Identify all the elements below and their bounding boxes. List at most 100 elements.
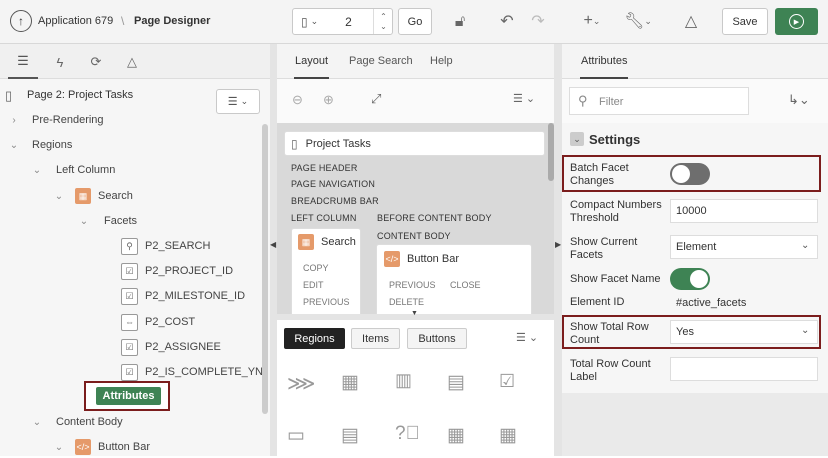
filter-bar: ⚲ Filter ↳⌄: [562, 79, 828, 123]
collapse-left-icon[interactable]: ◀: [270, 240, 276, 249]
layout-menu-icon[interactable]: ☰ ⌄: [513, 92, 535, 105]
interactive-report-icon[interactable]: ▦: [499, 424, 517, 447]
gallery-tab-items[interactable]: Items: [351, 328, 400, 349]
left-column-position: LEFT COLUMN: [291, 213, 357, 223]
copy-button-slot: COPY: [303, 263, 329, 273]
lock-icon[interactable]: 🔓︎: [449, 12, 471, 32]
tree-item-p2-search[interactable]: ⚲ P2_SEARCH: [121, 235, 210, 257]
left-tab-bar: ☰ ϟ ⟳ △: [0, 44, 270, 79]
gallery-menu-icon[interactable]: ☰ ⌄: [516, 331, 538, 344]
create-plus-icon[interactable]: + ⌄: [578, 11, 606, 31]
compact-numbers-threshold-input[interactable]: 10000: [670, 199, 818, 223]
batch-facet-changes-label: Batch Facet Changes: [570, 162, 629, 187]
tab-layout[interactable]: Layout: [294, 44, 330, 79]
chevron-down-icon: ⌄: [801, 240, 810, 251]
tree-node-content-body[interactable]: ⌄ Content Body: [31, 411, 123, 433]
gallery-tab-regions[interactable]: Regions: [284, 328, 345, 349]
interactive-grid-icon[interactable]: ▦: [447, 424, 465, 447]
left-scrollbar[interactable]: [262, 124, 268, 414]
processing-tab-icon[interactable]: ⟳: [82, 52, 110, 72]
classic-report-icon[interactable]: ▤: [447, 371, 465, 394]
tree-node-facets[interactable]: ⌄ Facets: [78, 210, 137, 232]
faceted-search-icon: ▦: [75, 188, 91, 204]
go-to-group-icon[interactable]: ↳⌄: [788, 92, 810, 108]
total-row-count-label-input[interactable]: [670, 357, 818, 381]
total-row-count-label-label: Total Row Count Label: [570, 358, 651, 383]
previous-button-slot: PREVIOUS: [303, 297, 350, 307]
range-icon: ⇔: [121, 313, 138, 331]
expand-icon[interactable]: ⤢: [371, 91, 381, 107]
element-id-input[interactable]: #active_facets: [670, 291, 818, 315]
collapse-section-icon: ⌄: [570, 132, 584, 146]
page-header-position: PAGE HEADER: [291, 163, 358, 173]
settings-section-header[interactable]: ⌄ Settings: [562, 130, 828, 150]
filter-input[interactable]: ⚲ Filter: [569, 87, 749, 115]
page-number-input[interactable]: 2: [345, 15, 352, 29]
calendar-region-icon[interactable]: ▦: [341, 371, 359, 394]
tree-item-p2-is-complete[interactable]: ☑ P2_IS_COMPLETE_YN: [121, 361, 263, 383]
bb-previous-slot: PREVIOUS: [389, 280, 436, 290]
middle-tab-bar: Layout Page Search Help: [277, 44, 554, 79]
tree-node-pre-rendering[interactable]: › Pre-Rendering: [8, 109, 103, 131]
app-name-link[interactable]: Application 679: [38, 15, 113, 27]
collapse-right-icon[interactable]: ▶: [555, 240, 561, 249]
breadcrumb-bar-position: BREADCRUMB BAR: [291, 196, 379, 206]
chevron-right-icon: ›: [12, 114, 16, 126]
page-region-card[interactable]: ▯ Project Tasks: [284, 131, 545, 156]
element-id-label: Element ID: [570, 296, 625, 308]
tree-item-p2-assignee[interactable]: ☑ P2_ASSIGNEE: [121, 336, 221, 358]
checkbox-list-icon: ☑: [121, 338, 138, 356]
wrench-icon[interactable]: 🔧︎ ⌄: [624, 11, 652, 31]
tab-attributes[interactable]: Attributes: [580, 44, 629, 79]
faceted-search-icon: ▦: [298, 234, 314, 250]
page-selector[interactable]: ▯ ⌄ 2 ⌃ ⌄: [292, 8, 393, 35]
property-editor-panel: Attributes ⚲ Filter ↳⌄ ⌄ Settings Batch …: [562, 44, 828, 456]
tab-help[interactable]: Help: [430, 55, 453, 67]
save-button[interactable]: Save: [722, 8, 768, 35]
form-region-icon[interactable]: ▤: [341, 424, 359, 447]
redo-icon[interactable]: ↷: [527, 11, 549, 31]
batch-facet-changes-toggle[interactable]: [670, 163, 710, 185]
show-total-row-count-select[interactable]: Yes ⌄: [670, 320, 818, 344]
collapse-down-icon[interactable]: ▼: [411, 310, 418, 317]
undo-icon[interactable]: ↶: [496, 11, 518, 31]
tree-item-p2-cost[interactable]: ⇔ P2_COST: [121, 311, 195, 333]
checklist-region-icon[interactable]: ☑: [499, 371, 515, 392]
shared-components-tab-icon[interactable]: △: [118, 52, 146, 72]
up-arrow-icon[interactable]: ↑: [10, 10, 32, 32]
before-content-body-position: BEFORE CONTENT BODY: [377, 213, 492, 223]
tree-item-p2-milestone-id[interactable]: ☑ P2_MILESTONE_ID: [121, 285, 245, 307]
zoom-in-icon[interactable]: ⊕: [323, 92, 334, 108]
go-button[interactable]: Go: [398, 8, 432, 35]
checkbox-list-icon: ☑: [121, 262, 138, 280]
chevron-down-icon: ⌄: [9, 139, 19, 151]
shapes-icon[interactable]: △: [680, 11, 702, 31]
zoom-out-icon[interactable]: ⊖: [292, 92, 303, 108]
run-button[interactable]: ▶: [775, 8, 818, 35]
show-current-facets-select[interactable]: Element ⌄: [670, 235, 818, 259]
page-icon: ▯: [5, 88, 13, 103]
show-facet-name-toggle[interactable]: [670, 268, 710, 290]
dynamic-actions-tab-icon[interactable]: ϟ: [46, 52, 74, 72]
page-tree-title[interactable]: Page 2: Project Tasks: [27, 89, 133, 101]
wizard-region-icon[interactable]: ⋙: [287, 371, 315, 396]
code-icon: </>: [75, 439, 91, 455]
help-region-icon[interactable]: ?⃝: [395, 423, 420, 445]
tree-node-button-bar[interactable]: ⌄ </> Button Bar: [53, 436, 150, 458]
content-body-position: CONTENT BODY: [377, 231, 451, 241]
left-splitter[interactable]: ◀: [270, 44, 277, 456]
tree-item-p2-project-id[interactable]: ☑ P2_PROJECT_ID: [121, 260, 233, 282]
chart-region-icon[interactable]: ▥: [395, 370, 412, 391]
page-stepper[interactable]: ⌃ ⌄: [373, 9, 393, 34]
tab-page-search[interactable]: Page Search: [349, 55, 413, 67]
tree-node-left-column[interactable]: ⌄ Left Column: [31, 159, 116, 181]
attributes-node-button[interactable]: Attributes: [96, 387, 161, 405]
right-splitter[interactable]: ▶: [554, 44, 562, 456]
rendering-tab-icon[interactable]: ☰: [8, 44, 38, 79]
tree-node-search[interactable]: ⌄ ▦ Search: [53, 185, 133, 207]
gallery-tab-buttons[interactable]: Buttons: [407, 328, 467, 349]
layout-toolbar: ⊖ ⊕ ⤢ ☰ ⌄: [277, 79, 554, 123]
tree-node-regions[interactable]: ⌄ Regions: [8, 134, 73, 156]
tree-menu-button[interactable]: ☰ ⌄: [216, 89, 260, 114]
content-block-icon[interactable]: ▭: [287, 424, 305, 447]
